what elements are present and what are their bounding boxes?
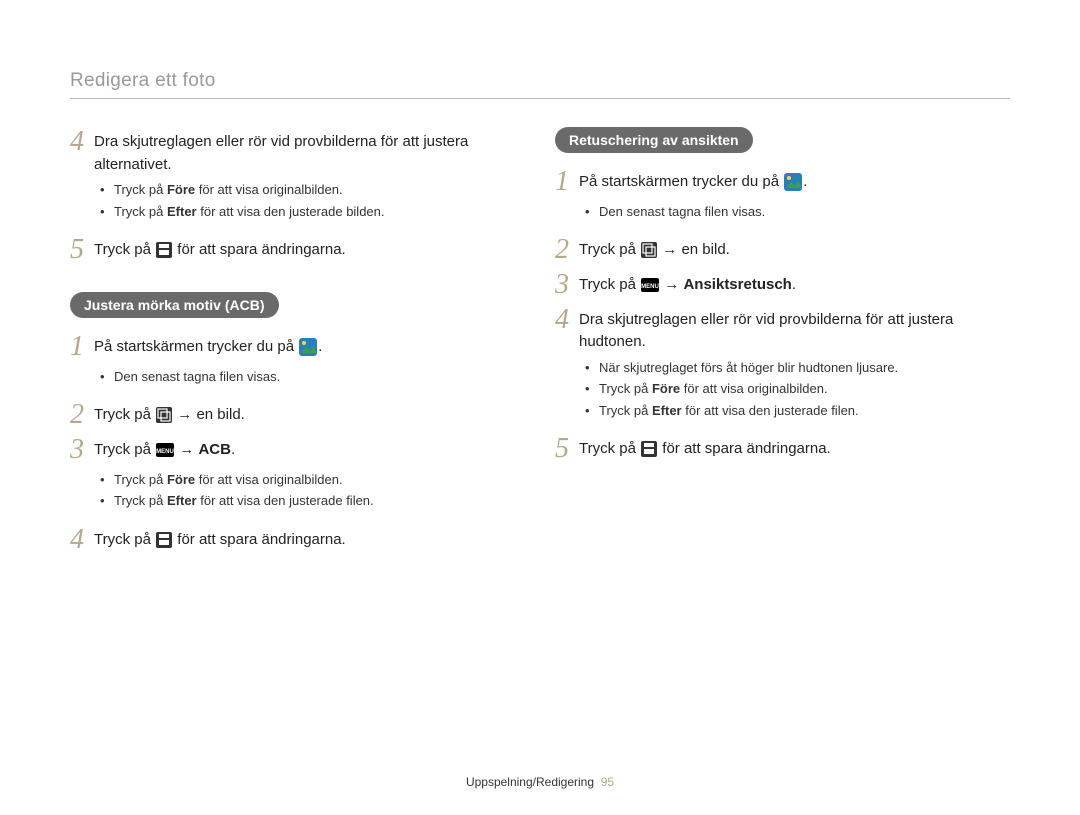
- right-column: Retuschering av ansikten 1 På startskärm…: [555, 127, 1010, 559]
- bullet-list: Tryck på Före för att visa originalbilde…: [100, 180, 525, 221]
- app-tile-icon: [299, 338, 317, 356]
- step-text: Tryck på för att spara ändringarna.: [94, 235, 525, 262]
- list-item: När skjutreglaget förs åt höger blir hud…: [585, 358, 1010, 378]
- list-item: Tryck på Efter för att visa den justerad…: [100, 202, 525, 222]
- page-number: 95: [601, 775, 614, 789]
- step-5: 5 Tryck på för att spara ändringarna.: [555, 434, 1010, 465]
- step-number: 1: [70, 332, 94, 363]
- bullet-list: Den senast tagna filen visas.: [100, 367, 525, 387]
- step-3: 3 Tryck på MENU → ACB.: [70, 435, 525, 466]
- step-text: Tryck på MENU → ACB.: [94, 435, 525, 462]
- svg-text:MENU: MENU: [641, 284, 659, 290]
- step-text: Tryck på MENU → Ansiktsretusch.: [579, 270, 1010, 297]
- left-column: 4 Dra skjutreglagen eller rör vid provbi…: [70, 127, 525, 559]
- save-icon: [156, 242, 172, 258]
- step-number: 1: [555, 167, 579, 198]
- step-5: 5 Tryck på för att spara ändringarna.: [70, 235, 525, 266]
- step-2: 2 Tryck på → en bild.: [555, 235, 1010, 266]
- step-number: 4: [70, 525, 94, 556]
- save-icon: [156, 532, 172, 548]
- step-text: Tryck på → en bild.: [94, 400, 525, 427]
- bullet-list: Tryck på Före för att visa originalbilde…: [100, 470, 525, 511]
- step-2: 2 Tryck på → en bild.: [70, 400, 525, 431]
- step-number: 3: [555, 270, 579, 301]
- step-4: 4 Dra skjutreglagen eller rör vid provbi…: [555, 305, 1010, 354]
- step-number: 4: [70, 127, 94, 158]
- footer-section: Uppspelning/Redigering: [466, 775, 594, 789]
- step-number: 2: [70, 400, 94, 431]
- list-item: Tryck på Före för att visa originalbilde…: [100, 470, 525, 490]
- bullet-list: Den senast tagna filen visas.: [585, 202, 1010, 222]
- list-item: Tryck på Efter för att visa den justerad…: [585, 401, 1010, 421]
- step-text: Tryck på → en bild.: [579, 235, 1010, 262]
- step-number: 5: [555, 434, 579, 465]
- list-item: Den senast tagna filen visas.: [100, 367, 525, 387]
- gallery-icon: [156, 407, 172, 423]
- step-text: Dra skjutreglagen eller rör vid provbild…: [579, 305, 1010, 354]
- gallery-icon: [641, 242, 657, 258]
- step-text: Tryck på för att spara ändringarna.: [579, 434, 1010, 461]
- menu-icon: MENU: [641, 278, 659, 292]
- step-text: Dra skjutreglagen eller rör vid provbild…: [94, 127, 525, 176]
- list-item: Den senast tagna filen visas.: [585, 202, 1010, 222]
- list-item: Tryck på Före för att visa originalbilde…: [100, 180, 525, 200]
- two-column-layout: 4 Dra skjutreglagen eller rör vid provbi…: [70, 127, 1010, 559]
- step-number: 4: [555, 305, 579, 336]
- header-divider: [70, 98, 1010, 99]
- menu-icon: MENU: [156, 443, 174, 457]
- step-text: Tryck på för att spara ändringarna.: [94, 525, 525, 552]
- step-text: På startskärmen trycker du på .: [94, 332, 525, 359]
- step-number: 3: [70, 435, 94, 466]
- page-title: Redigera ett foto: [70, 70, 1010, 92]
- step-text: På startskärmen trycker du på .: [579, 167, 1010, 194]
- step-number: 2: [555, 235, 579, 266]
- list-item: Tryck på Efter för att visa den justerad…: [100, 491, 525, 511]
- step-4: 4 Dra skjutreglagen eller rör vid provbi…: [70, 127, 525, 176]
- section-heading-retusch: Retuschering av ansikten: [555, 127, 753, 153]
- page-footer: Uppspelning/Redigering 95: [0, 775, 1080, 789]
- list-item: Tryck på Före för att visa originalbilde…: [585, 379, 1010, 399]
- save-icon: [641, 441, 657, 457]
- step-3: 3 Tryck på MENU → Ansiktsretusch.: [555, 270, 1010, 301]
- bullet-list: När skjutreglaget förs åt höger blir hud…: [585, 358, 1010, 421]
- app-tile-icon: [784, 173, 802, 191]
- section-heading-acb: Justera mörka motiv (ACB): [70, 292, 279, 318]
- step-4: 4 Tryck på för att spara ändringarna.: [70, 525, 525, 556]
- svg-text:MENU: MENU: [156, 449, 174, 455]
- step-1: 1 På startskärmen trycker du på .: [555, 167, 1010, 198]
- step-1: 1 På startskärmen trycker du på .: [70, 332, 525, 363]
- step-number: 5: [70, 235, 94, 266]
